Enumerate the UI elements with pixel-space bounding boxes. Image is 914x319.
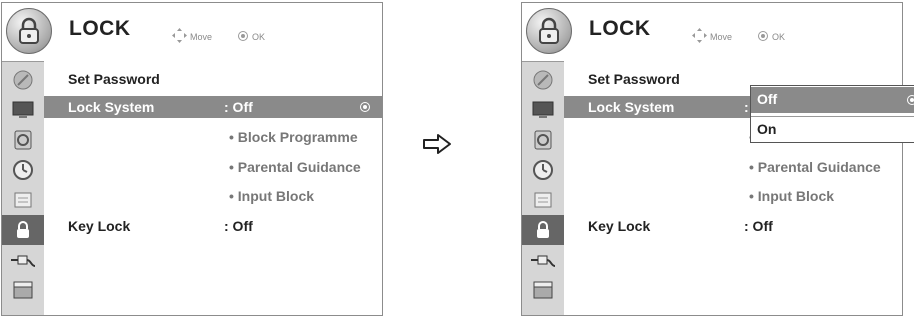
lock-system-dropdown[interactable]: Off On <box>750 85 914 143</box>
menu-header: LOCK Move OK <box>522 3 902 60</box>
satellite-icon[interactable] <box>522 65 564 95</box>
clock-icon[interactable] <box>522 155 564 185</box>
speaker-icon[interactable] <box>2 125 44 155</box>
category-sidebar <box>522 61 564 315</box>
key-lock-label: Key Lock <box>588 218 651 234</box>
lock-settings-menu: Set Password Lock System : Off • Block P… <box>44 61 382 315</box>
set-password-label: Set Password <box>68 71 160 87</box>
block-programme-item[interactable]: • Block Programme <box>229 129 358 145</box>
dropdown-option-on[interactable]: On <box>751 116 914 143</box>
lock-icon[interactable] <box>522 215 564 245</box>
move-arrows-icon <box>692 28 707 43</box>
lock-badge-icon <box>526 8 572 54</box>
parental-guidance-item[interactable]: • Parental Guidance <box>229 159 361 175</box>
key-lock-value: : Off <box>744 218 773 234</box>
hint-move: Move <box>190 32 213 42</box>
menu-row-lock-system[interactable]: Lock System : Off <box>44 96 382 118</box>
input-plug-icon[interactable] <box>522 245 564 275</box>
lock-menu-panel-after: LOCK Move OK Set Password Lock System : … <box>521 2 903 316</box>
menu-row-set-password[interactable]: Set Password <box>44 68 382 90</box>
menu-header: LOCK Move OK <box>2 3 382 60</box>
ok-button-icon <box>758 31 768 41</box>
clapper-icon[interactable] <box>522 275 564 305</box>
next-step-arrow-icon <box>423 134 451 154</box>
hint-ok: OK <box>252 32 266 42</box>
speaker-icon[interactable] <box>522 125 564 155</box>
parental-guidance-item[interactable]: • Parental Guidance <box>749 159 881 175</box>
satellite-icon[interactable] <box>2 65 44 95</box>
key-lock-label: Key Lock <box>68 218 131 234</box>
selected-radio-icon <box>360 102 370 112</box>
monitor-icon[interactable] <box>2 95 44 125</box>
selected-radio-icon <box>907 95 914 105</box>
lock-menu-panel-before: LOCK Move OK Set Password Lock System : … <box>1 2 383 316</box>
option-label: On <box>757 121 777 137</box>
lock-badge-icon <box>6 8 52 54</box>
key-lock-value: : Off <box>224 218 253 234</box>
option-label: Off <box>757 91 778 107</box>
hint-move: Move <box>710 32 733 42</box>
page-title: LOCK <box>69 17 131 40</box>
lock-system-label: Lock System <box>68 99 155 115</box>
clapper-icon[interactable] <box>2 275 44 305</box>
monitor-icon[interactable] <box>522 95 564 125</box>
lock-system-value: : Off <box>224 99 253 115</box>
ok-button-icon <box>238 31 248 41</box>
clock-icon[interactable] <box>2 155 44 185</box>
set-password-label: Set Password <box>588 71 680 87</box>
page-title: LOCK <box>589 17 651 40</box>
input-block-item[interactable]: • Input Block <box>229 188 314 204</box>
dropdown-option-off[interactable]: Off <box>751 87 914 113</box>
input-block-item[interactable]: • Input Block <box>749 188 834 204</box>
option-icon[interactable] <box>522 185 564 215</box>
move-arrows-icon <box>172 28 187 43</box>
menu-row-key-lock[interactable]: Key Lock : Off <box>44 215 382 237</box>
lock-icon[interactable] <box>2 215 44 245</box>
hint-ok: OK <box>772 32 786 42</box>
lock-system-label: Lock System <box>588 99 675 115</box>
option-icon[interactable] <box>2 185 44 215</box>
category-sidebar <box>2 61 44 315</box>
input-plug-icon[interactable] <box>2 245 44 275</box>
menu-row-key-lock[interactable]: Key Lock : Off <box>564 215 902 237</box>
